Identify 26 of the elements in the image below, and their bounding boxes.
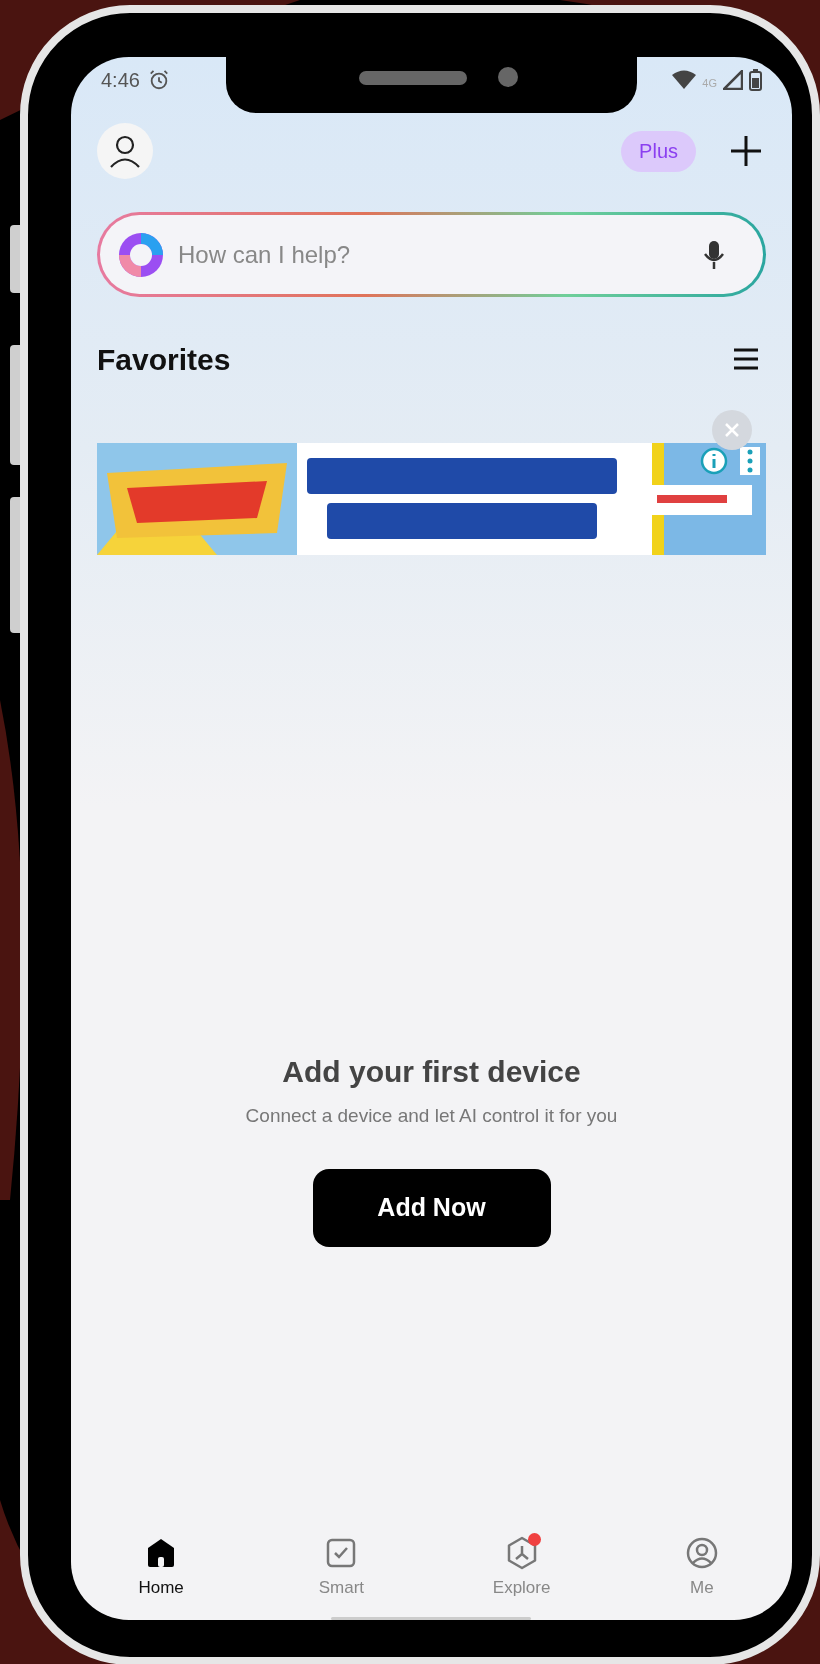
ad-menu-icon[interactable] (740, 447, 760, 475)
nav-tab[interactable]: Me (611, 1536, 792, 1598)
add-now-button[interactable]: Add Now (312, 1169, 551, 1247)
battery-icon (749, 69, 762, 91)
add-icon[interactable] (730, 135, 762, 167)
person-circle-icon (684, 1536, 719, 1570)
search-input[interactable]: How can I help? (178, 236, 689, 273)
person-icon (108, 134, 142, 168)
section-title: Favorites (97, 341, 231, 378)
assistant-logo-icon (118, 231, 164, 278)
signal-icon (723, 70, 743, 90)
wifi-icon (672, 70, 697, 90)
empty-state-subtitle: Connect a device and let AI control it for you (245, 1104, 618, 1128)
nav-tab[interactable]: Explore (431, 1536, 612, 1598)
network-type: 4G (702, 75, 717, 91)
plus-badge[interactable]: Plus (621, 130, 696, 172)
nav-tab[interactable]: Home (71, 1536, 252, 1598)
search-field[interactable]: How can I help? (97, 212, 766, 297)
status-time: 4:46 (101, 68, 140, 93)
close-icon (725, 423, 739, 437)
ad-info-icon[interactable] (700, 447, 728, 475)
microphone-icon[interactable] (703, 239, 725, 270)
list-icon[interactable] (732, 347, 760, 371)
nav-tab[interactable]: Smart (251, 1536, 432, 1598)
profile-button[interactable] (97, 123, 153, 179)
empty-state-title: Add your first device (282, 1054, 581, 1090)
